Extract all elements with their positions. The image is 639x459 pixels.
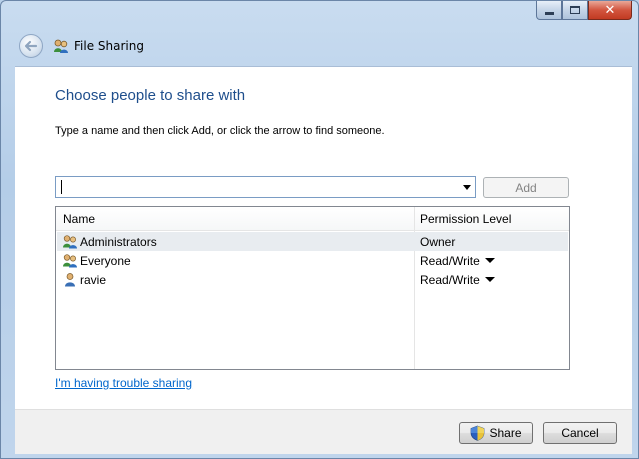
column-header-name[interactable]: Name	[63, 212, 95, 226]
table-row[interactable]: Administrators Owner	[57, 232, 568, 251]
group-icon	[63, 235, 77, 249]
group-icon	[63, 254, 77, 268]
file-sharing-window: ✕ File Sharing Choose people to share wi…	[0, 0, 639, 459]
permission-dropdown-arrow-icon[interactable]	[485, 258, 495, 263]
close-button[interactable]: ✕	[588, 1, 632, 20]
table-row[interactable]: Everyone Read/Write	[57, 251, 568, 270]
user-icon	[65, 273, 75, 287]
minimize-icon	[544, 11, 554, 15]
row-permission[interactable]: Read/Write	[420, 254, 480, 268]
dialog-heading: Choose people to share with	[55, 87, 246, 104]
back-button[interactable]	[19, 34, 43, 58]
row-permission[interactable]: Read/Write	[420, 273, 480, 287]
cancel-button[interactable]: Cancel	[543, 422, 617, 444]
minimize-button[interactable]	[536, 1, 562, 20]
dropdown-arrow-icon[interactable]	[463, 185, 471, 190]
table-header: Name Permission Level	[56, 207, 569, 231]
name-combobox[interactable]	[55, 176, 476, 198]
add-button[interactable]: Add	[483, 177, 569, 198]
dialog-content: Choose people to share with Type a name …	[15, 66, 632, 409]
column-header-permission[interactable]: Permission Level	[420, 212, 511, 226]
maximize-icon	[570, 6, 580, 14]
dialog-footer: Share Cancel	[15, 409, 632, 454]
row-name: ravie	[80, 273, 107, 287]
permission-dropdown-arrow-icon[interactable]	[485, 277, 495, 282]
caption-buttons: ✕	[536, 1, 632, 20]
uac-shield-icon	[471, 425, 485, 441]
table-row[interactable]: ravie Read/Write	[57, 270, 568, 289]
window-title: File Sharing	[74, 39, 144, 53]
back-arrow-icon	[24, 40, 38, 52]
row-permission: Owner	[420, 235, 456, 249]
close-icon: ✕	[604, 2, 616, 18]
row-name: Administrators	[80, 235, 157, 249]
maximize-button[interactable]	[562, 1, 588, 20]
share-button[interactable]: Share	[459, 422, 533, 444]
instruction-text: Type a name and then click Add, or click…	[55, 125, 385, 137]
sharing-table: Name Permission Level Administrators Own…	[55, 206, 570, 370]
row-name: Everyone	[80, 254, 131, 268]
file-sharing-icon	[53, 38, 69, 54]
title-bar: File Sharing	[53, 38, 144, 54]
text-caret	[61, 180, 62, 194]
share-button-label: Share	[489, 426, 522, 440]
trouble-sharing-link[interactable]: I'm having trouble sharing	[55, 376, 192, 390]
